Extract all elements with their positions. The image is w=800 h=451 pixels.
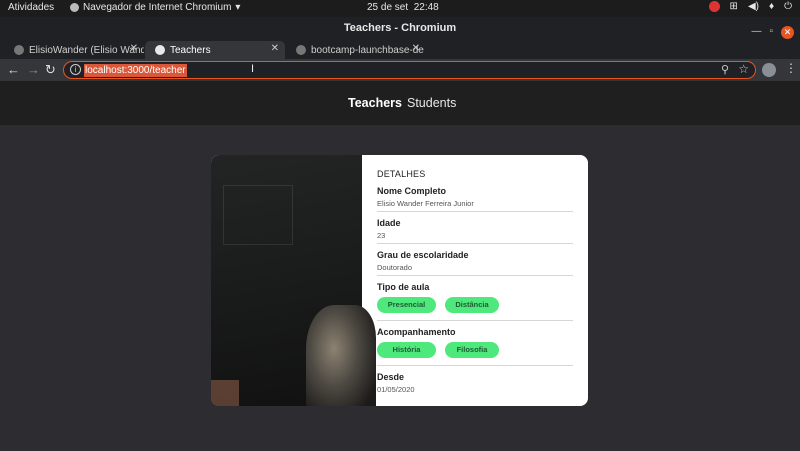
back-icon[interactable]: ← xyxy=(7,62,20,78)
nav-link-teachers[interactable]: Teachers xyxy=(348,96,402,110)
details-heading: DETALHES xyxy=(377,169,426,179)
more-menu-icon[interactable]: ⋮ xyxy=(785,61,797,75)
power-icon[interactable]: ⏻ xyxy=(784,1,792,12)
network-icon[interactable]: ⊞ xyxy=(730,1,738,12)
clock[interactable]: 25 de set 22:48 xyxy=(367,2,439,13)
field-label: Desde xyxy=(377,372,405,382)
address-bar[interactable]: i localhost:3000/teacher ⚲ ☆ xyxy=(63,61,756,79)
date: 25 de set xyxy=(367,2,409,13)
pill-presencial: Presencial xyxy=(377,297,436,313)
volume-icon[interactable]: ◀) xyxy=(748,1,759,12)
book-shape xyxy=(211,380,239,406)
tab-github-profile[interactable]: ElisioWander (Elisio Wand ✕ xyxy=(4,41,144,59)
tab-label: Teachers xyxy=(170,44,211,56)
pill-group: Presencial Distância xyxy=(377,295,573,317)
field-value: 01/05/2020 xyxy=(377,385,415,394)
reload-icon[interactable]: ↻ xyxy=(45,62,56,78)
tab-bootcamp-repo[interactable]: bootcamp-launchbase-de ✕ xyxy=(286,41,426,59)
github-icon xyxy=(14,45,24,55)
notification-icon[interactable] xyxy=(708,1,720,12)
globe-icon xyxy=(155,45,165,55)
extension-icon[interactable] xyxy=(762,63,776,77)
tab-teachers[interactable]: Teachers ✕ xyxy=(145,41,285,59)
app-name: Navegador de Internet Chromium xyxy=(83,2,232,13)
app-menu[interactable]: Navegador de Internet Chromium ▾ xyxy=(70,2,240,13)
chromium-icon xyxy=(70,3,79,12)
field-escolaridade: Grau de escolaridade Doutorado xyxy=(377,250,573,276)
close-tab-icon[interactable]: ✕ xyxy=(130,43,138,54)
window-title: Teachers - Chromium xyxy=(343,22,457,34)
window-titlebar: Teachers - Chromium — ▫ ✕ xyxy=(0,17,800,39)
site-header: Teachers Students xyxy=(0,81,800,125)
details-panel: DETALHES Nome Completo Elisio Wander Fer… xyxy=(377,169,573,403)
chalkboard-drawing xyxy=(223,185,293,245)
teacher-photo xyxy=(211,155,376,406)
nav-link-students[interactable]: Students xyxy=(407,96,456,110)
search-icon[interactable]: ⚲ xyxy=(721,63,729,76)
field-value: Elisio Wander Ferreira Junior xyxy=(377,199,474,208)
tab-label: ElisioWander (Elisio Wand xyxy=(29,44,144,56)
field-value: Doutorado xyxy=(377,263,413,272)
system-top-bar: Atividades Navegador de Internet Chromiu… xyxy=(0,0,800,17)
teacher-card: DETALHES Nome Completo Elisio Wander Fer… xyxy=(211,155,588,406)
system-tray[interactable]: ⊞ ◀) ♦ ⏻ xyxy=(708,1,792,12)
forward-icon[interactable]: → xyxy=(27,62,40,78)
field-idade: Idade 23 xyxy=(377,218,573,244)
time: 22:48 xyxy=(413,2,439,13)
close-window-icon[interactable]: ✕ xyxy=(781,25,794,39)
field-desde: Desde 01/05/2020 xyxy=(377,372,573,397)
pill-distancia: Distância xyxy=(445,297,499,313)
field-acompanhamento: Acompanhamento História Filosofia xyxy=(377,327,573,366)
url-text[interactable]: localhost:3000/teacher xyxy=(84,64,187,77)
github-icon xyxy=(296,45,306,55)
person-figure xyxy=(306,305,376,406)
field-label: Tipo de aula xyxy=(377,282,430,292)
activities-button[interactable]: Atividades xyxy=(8,2,54,13)
close-tab-icon[interactable]: ✕ xyxy=(271,43,279,54)
pill-historia: História xyxy=(377,342,436,358)
field-label: Nome Completo xyxy=(377,186,447,196)
text-cursor-icon: I xyxy=(251,63,255,75)
pill-filosofia: Filosofia xyxy=(445,342,499,358)
info-icon[interactable]: i xyxy=(70,64,81,75)
tab-label: bootcamp-launchbase-de xyxy=(311,44,424,56)
field-tipo-de-aula: Tipo de aula Presencial Distância xyxy=(377,282,573,321)
close-tab-icon[interactable]: ✕ xyxy=(412,43,420,54)
field-value: 23 xyxy=(377,231,386,240)
field-label: Acompanhamento xyxy=(377,327,456,337)
browser-toolbar: ← → ↻ i localhost:3000/teacher ⚲ ☆ xyxy=(0,59,800,81)
chevron-down-icon: ▾ xyxy=(235,2,241,13)
microphone-icon[interactable]: ♦ xyxy=(769,1,774,12)
field-nome-completo: Nome Completo Elisio Wander Ferreira Jun… xyxy=(377,186,573,212)
field-label: Grau de escolaridade xyxy=(377,250,469,260)
pill-group: História Filosofia xyxy=(377,340,573,362)
field-label: Idade xyxy=(377,218,401,228)
bookmark-star-icon[interactable]: ☆ xyxy=(738,62,749,76)
tab-strip: ElisioWander (Elisio Wand ✕ Teachers ✕ b… xyxy=(0,39,800,96)
